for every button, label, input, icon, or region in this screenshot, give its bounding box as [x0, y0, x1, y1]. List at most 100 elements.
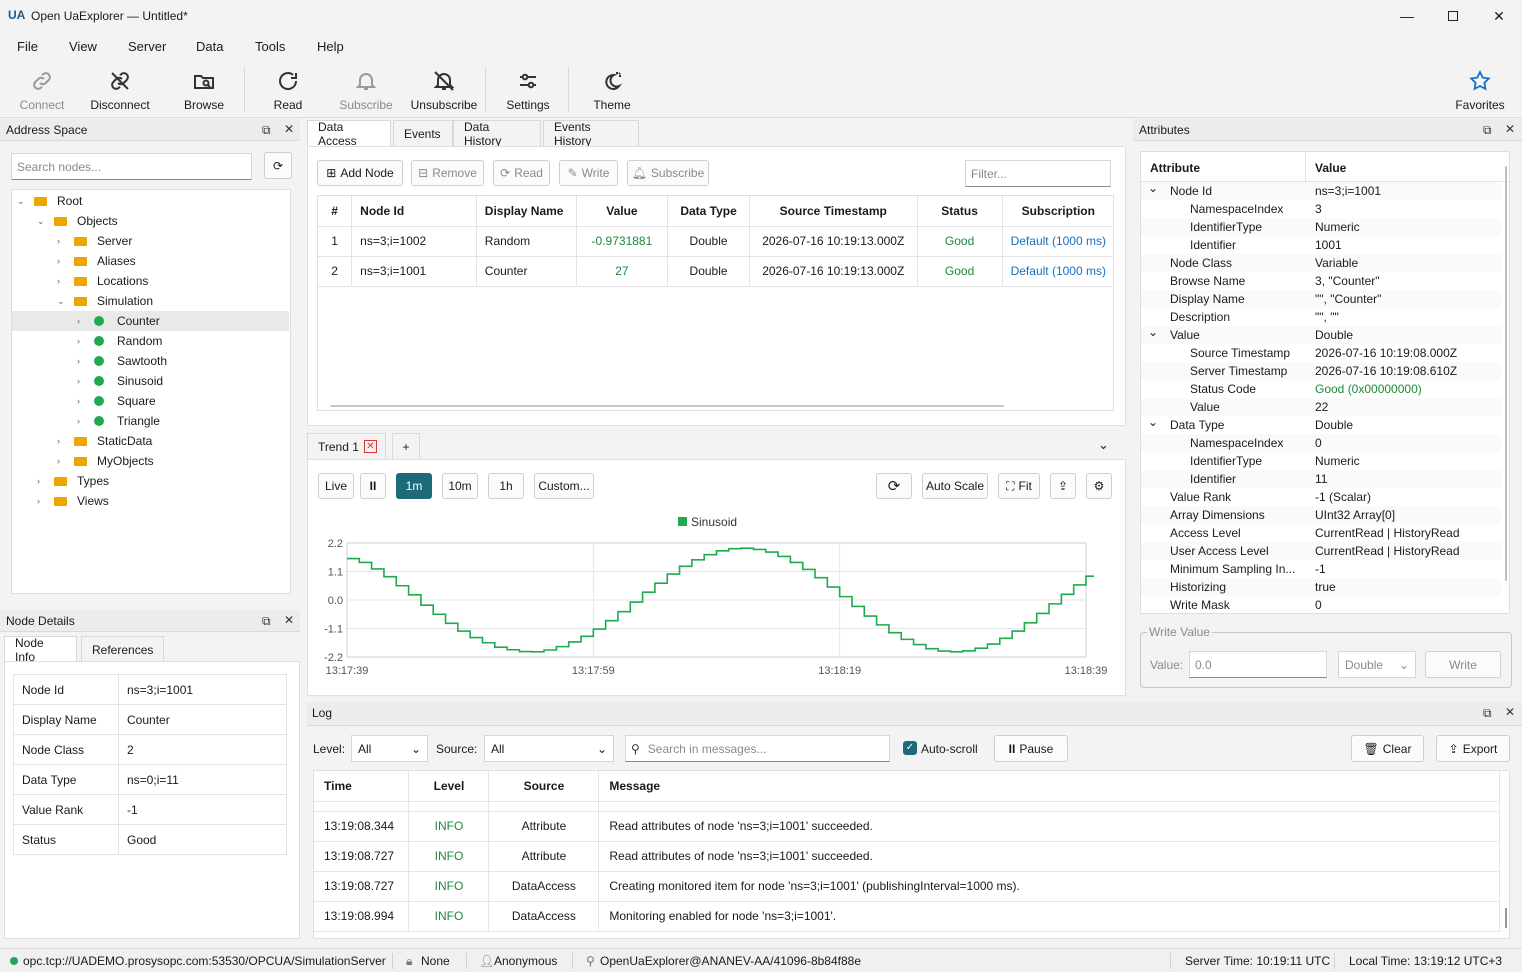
range-10m-button[interactable]: 10m — [442, 473, 478, 499]
float-panel-icon[interactable]: ⧉ — [1483, 706, 1492, 721]
tab-data-history[interactable]: Data History — [453, 120, 541, 148]
attribute-row[interactable]: ⌄ Value Double — [1141, 325, 1501, 344]
tree-node[interactable]: › Views — [12, 491, 289, 511]
tab-events-history[interactable]: Events History — [543, 120, 639, 148]
chevron-right-icon[interactable]: › — [77, 351, 80, 371]
close-tab-icon[interactable]: ✕ — [363, 440, 377, 453]
close-panel-icon[interactable]: ✕ — [1505, 122, 1515, 136]
menu-tools[interactable]: Tools — [255, 39, 285, 54]
attribute-row[interactable]: Historizing true — [1141, 578, 1501, 596]
attribute-row[interactable]: Display Name "", "Counter" — [1141, 290, 1501, 308]
log-row[interactable]: 13:19:08.727 INFO DataAccess Creating monit… — [314, 871, 1500, 902]
chevron-down-icon[interactable]: ⌄ — [1148, 181, 1158, 195]
unsubscribe-button[interactable]: Unsubscribe — [407, 66, 481, 116]
chevron-right-icon[interactable]: › — [57, 251, 60, 271]
chevron-down-icon[interactable]: ⌄ — [1148, 325, 1158, 339]
connect-button[interactable]: Connect — [5, 66, 79, 116]
monitored-item-row[interactable]: 1 ns=3;i=1002 Random -0.9731881 Double 2026-0… — [318, 226, 1113, 257]
log-column-header[interactable]: Level — [408, 771, 490, 802]
favorites-button[interactable]: Favorites — [1443, 66, 1517, 116]
tree-node[interactable]: › Locations — [12, 271, 289, 291]
menu-help[interactable]: Help — [317, 39, 344, 54]
disconnect-button[interactable]: Disconnect — [83, 66, 157, 116]
tree-node[interactable]: › Random — [12, 331, 289, 351]
close-panel-icon[interactable]: ✕ — [1505, 705, 1515, 719]
filter-input[interactable]: Filter... — [965, 160, 1111, 187]
log-row[interactable]: 13:19:08.994 INFO DataAccess Monitoring ena… — [314, 901, 1500, 932]
write-value-input[interactable]: 0.0 — [1189, 651, 1327, 678]
menu-view[interactable]: View — [69, 39, 97, 54]
chevron-down-icon[interactable]: ⌄ — [1098, 437, 1109, 453]
attribute-row[interactable]: Value 22 — [1141, 398, 1501, 416]
attribute-row[interactable]: User Access Level CurrentRead | HistoryRe… — [1141, 542, 1501, 560]
log-column-header[interactable]: Time — [314, 771, 410, 802]
refresh-trend-button[interactable]: ⟳ — [876, 473, 912, 499]
source-select[interactable]: All ⌄ — [484, 735, 614, 762]
tree-node[interactable]: › Square — [12, 391, 289, 411]
maximize-button[interactable] — [1430, 0, 1476, 32]
attribute-row[interactable]: NamespaceIndex 0 — [1141, 434, 1501, 452]
minimize-button[interactable]: — — [1384, 0, 1430, 32]
attribute-row[interactable]: Value Rank -1 (Scalar) — [1141, 488, 1501, 506]
tree-node[interactable]: › Sinusoid — [12, 371, 289, 391]
tree-node[interactable]: › Types — [12, 471, 289, 491]
range-1h-button[interactable]: 1h — [488, 473, 524, 499]
log-column-header[interactable]: Source — [488, 771, 600, 802]
tree-node[interactable]: › Triangle — [12, 411, 289, 431]
chevron-right-icon[interactable]: › — [77, 371, 80, 391]
close-panel-icon[interactable]: ✕ — [284, 122, 294, 136]
chevron-right-icon[interactable]: › — [77, 411, 80, 431]
tree-node[interactable]: › Counter — [12, 311, 289, 331]
tree-node[interactable]: › MyObjects — [12, 451, 289, 471]
column-header[interactable]: Status — [917, 196, 1003, 227]
attribute-row[interactable]: Server Timestamp 2026-07-16 10:19:08.610Z — [1141, 362, 1501, 380]
horizontal-scrollbar[interactable] — [330, 405, 1004, 407]
attribute-row[interactable]: ⌄ Node Id ns=3;i=1001 — [1141, 181, 1501, 200]
search-nodes-input[interactable]: Search nodes... — [11, 153, 252, 180]
pause-trend-button[interactable]: II — [360, 473, 386, 499]
chevron-down-icon[interactable]: ⌄ — [37, 211, 45, 231]
chevron-right-icon[interactable]: › — [77, 391, 80, 411]
cell[interactable]: Default (1000 ms) — [1002, 256, 1113, 287]
log-search-input[interactable]: ⚲ Search in messages... — [625, 735, 890, 762]
column-header[interactable]: Data Type — [667, 196, 750, 227]
tab-data-access[interactable]: Data Access — [307, 120, 391, 148]
live-button[interactable]: Live — [318, 473, 354, 499]
tree-node[interactable]: ⌄ Objects — [12, 211, 289, 231]
log-column-header[interactable]: Message — [598, 771, 1500, 802]
chevron-right-icon[interactable]: › — [37, 491, 40, 511]
attribute-row[interactable]: Description "", "" — [1141, 308, 1501, 326]
attribute-row[interactable]: Identifier 11 — [1141, 470, 1501, 488]
tab-references[interactable]: References — [81, 636, 164, 662]
write-button[interactable]: Write — [1425, 651, 1501, 678]
chevron-down-icon[interactable]: ⌄ — [57, 291, 65, 311]
vertical-scrollbar[interactable] — [1505, 908, 1507, 928]
read-button[interactable]: Read — [251, 66, 325, 116]
monitored-item-row[interactable]: 2 ns=3;i=1001 Counter 27 Double 2026-07-16 10… — [318, 256, 1113, 287]
tree-node[interactable]: ⌄ Simulation — [12, 291, 289, 311]
remove-node-button[interactable]: ⊟ Remove — [411, 160, 484, 186]
chevron-right-icon[interactable]: › — [77, 331, 80, 351]
column-header[interactable]: Source Timestamp — [749, 196, 918, 227]
tab-node-info[interactable]: Node Info — [4, 636, 77, 664]
auto-scale-button[interactable]: Auto Scale — [922, 473, 988, 499]
tree-node[interactable]: ⌄ Root — [12, 191, 289, 211]
attribute-row[interactable]: Status Code Good (0x00000000) — [1141, 380, 1501, 398]
add-trend-tab-button[interactable]: + — [392, 433, 420, 459]
close-window-button[interactable]: ✕ — [1476, 0, 1522, 32]
chevron-right-icon[interactable]: › — [57, 271, 60, 291]
attribute-row[interactable]: Source Timestamp 2026-07-16 10:19:08.000Z — [1141, 344, 1501, 362]
export-log-button[interactable]: ⇪ Export — [1436, 735, 1510, 762]
log-row[interactable]: 13:19:08.344INFOReferenceBrowse referenc… — [314, 802, 1500, 812]
range-custom-button[interactable]: Custom... — [534, 473, 594, 499]
clear-log-button[interactable]: 🗑︎ Clear — [1351, 735, 1424, 762]
vertical-scrollbar[interactable] — [1505, 166, 1507, 581]
column-header[interactable]: Display Name — [476, 196, 577, 227]
column-header[interactable]: Node Id — [351, 196, 477, 227]
attribute-row[interactable]: Minimum Sampling In... -1 — [1141, 560, 1501, 578]
column-header[interactable]: Subscription — [1002, 196, 1113, 227]
attribute-row[interactable]: IdentifierType Numeric — [1141, 452, 1501, 470]
attribute-row[interactable]: ⌄ Data Type Double — [1141, 415, 1501, 434]
attribute-row[interactable]: Access Level CurrentRead | HistoryRead — [1141, 524, 1501, 542]
column-header[interactable]: # — [318, 196, 353, 227]
